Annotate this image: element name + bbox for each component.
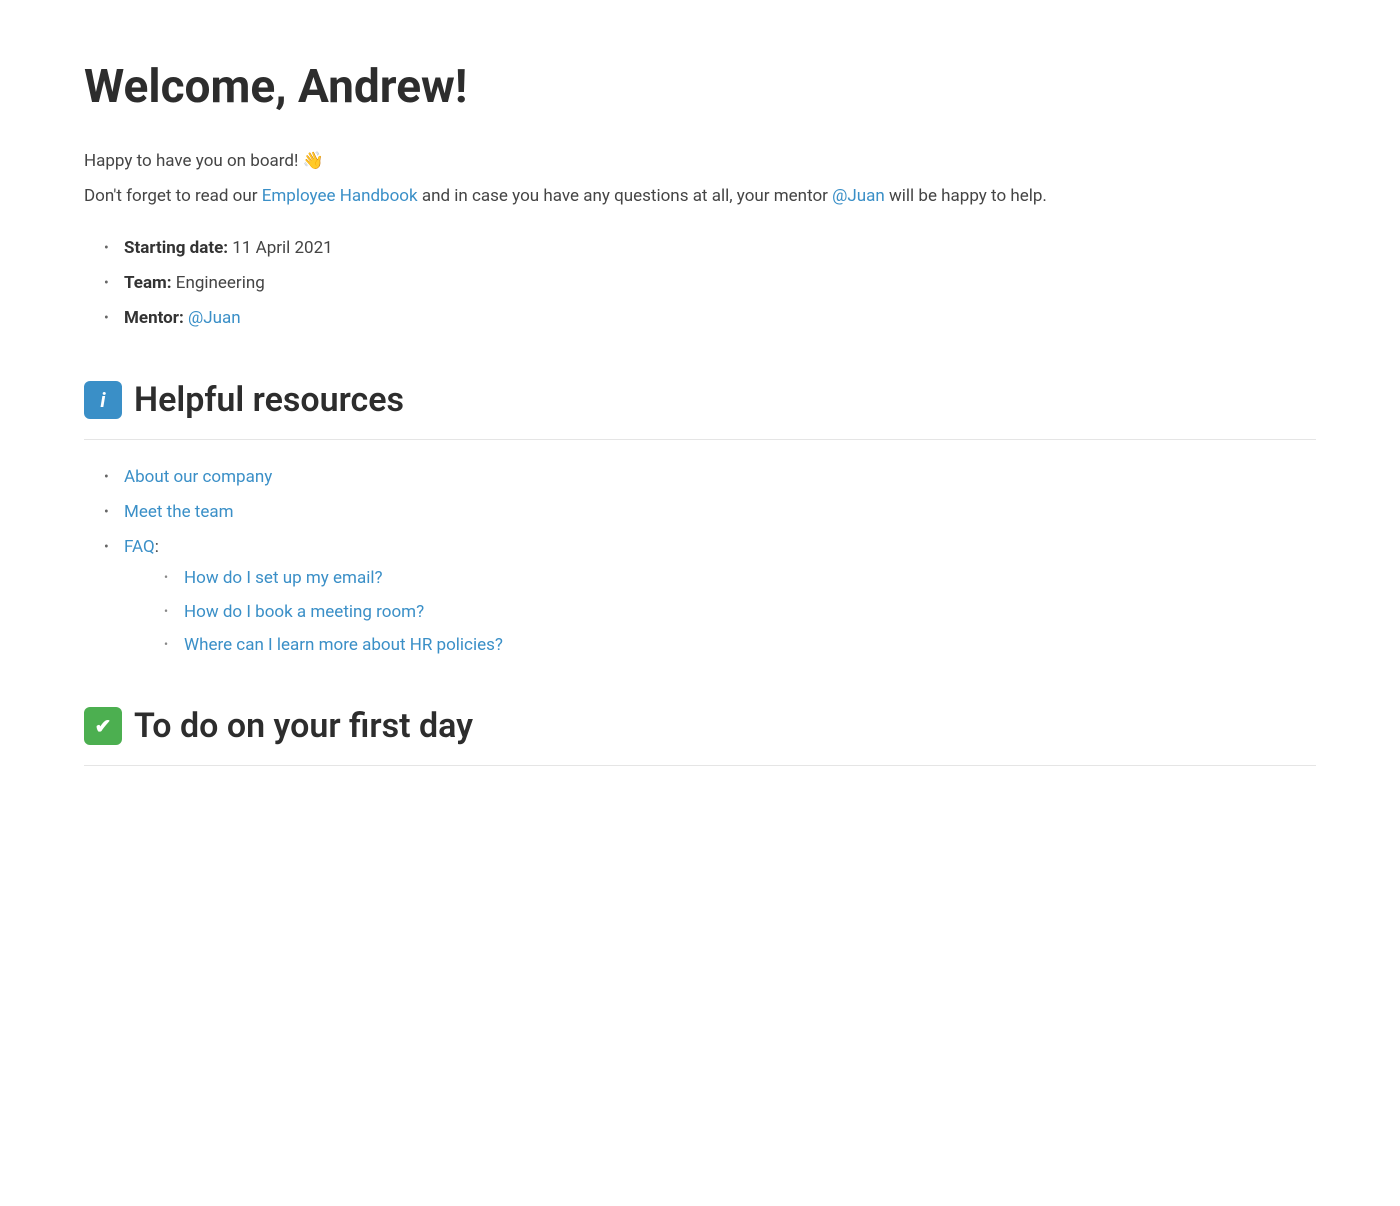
todo-heading: ✔ To do on your first day (84, 699, 1316, 766)
intro-line1: Happy to have you on board! 👋 (84, 147, 1316, 176)
mentor-link[interactable]: @Juan (188, 308, 241, 328)
employee-handbook-link[interactable]: Employee Handbook (262, 186, 418, 206)
detail-team: Team: Engineering (104, 270, 1316, 297)
intro-suffix: will be happy to help. (885, 186, 1047, 206)
faq-colon: : (155, 537, 159, 557)
faq-meeting-link[interactable]: How do I book a meeting room? (184, 602, 424, 622)
resources-section: i Helpful resources About our company Me… (84, 373, 1316, 660)
page-title: Welcome, Andrew! (84, 60, 1316, 115)
detail-mentor: Mentor: @Juan (104, 305, 1316, 332)
faq-sub-list: How do I set up my email? How do I book … (164, 565, 1316, 659)
checkbox-icon: ✔ (84, 707, 122, 745)
faq-email-link[interactable]: How do I set up my email? (184, 568, 383, 588)
detail-label-starting: Starting date: (124, 238, 228, 258)
info-icon: i (84, 381, 122, 419)
faq-hr-link[interactable]: Where can I learn more about HR policies… (184, 635, 503, 655)
detail-starting-date: Starting date: 11 April 2021 (104, 235, 1316, 262)
meet-team-link[interactable]: Meet the team (124, 502, 234, 522)
details-list: Starting date: 11 April 2021 Team: Engin… (104, 235, 1316, 333)
resources-heading: i Helpful resources (84, 373, 1316, 440)
intro-paragraph: Happy to have you on board! 👋 Don't forg… (84, 147, 1316, 211)
resource-item-team: Meet the team (104, 499, 1316, 526)
faq-item-meeting: How do I book a meeting room? (164, 599, 1316, 626)
todo-section: ✔ To do on your first day (84, 699, 1316, 766)
intro-prefix: Don't forget to read our (84, 186, 262, 206)
mentor-inline-link[interactable]: @Juan (832, 186, 885, 206)
intro-line2: Don't forget to read our Employee Handbo… (84, 182, 1316, 211)
resource-item-faq: FAQ: How do I set up my email? How do I … (104, 534, 1316, 659)
faq-link[interactable]: FAQ (124, 537, 155, 557)
todo-heading-text: To do on your first day (134, 699, 473, 753)
resource-item-company: About our company (104, 464, 1316, 491)
resources-list: About our company Meet the team FAQ: How… (104, 464, 1316, 659)
detail-label-mentor: Mentor: (124, 308, 184, 328)
about-company-link[interactable]: About our company (124, 467, 272, 487)
detail-label-team: Team: (124, 273, 172, 293)
resources-heading-text: Helpful resources (134, 373, 404, 427)
faq-item-hr: Where can I learn more about HR policies… (164, 632, 1316, 659)
intro-middle: and in case you have any questions at al… (418, 186, 833, 206)
faq-item-email: How do I set up my email? (164, 565, 1316, 592)
